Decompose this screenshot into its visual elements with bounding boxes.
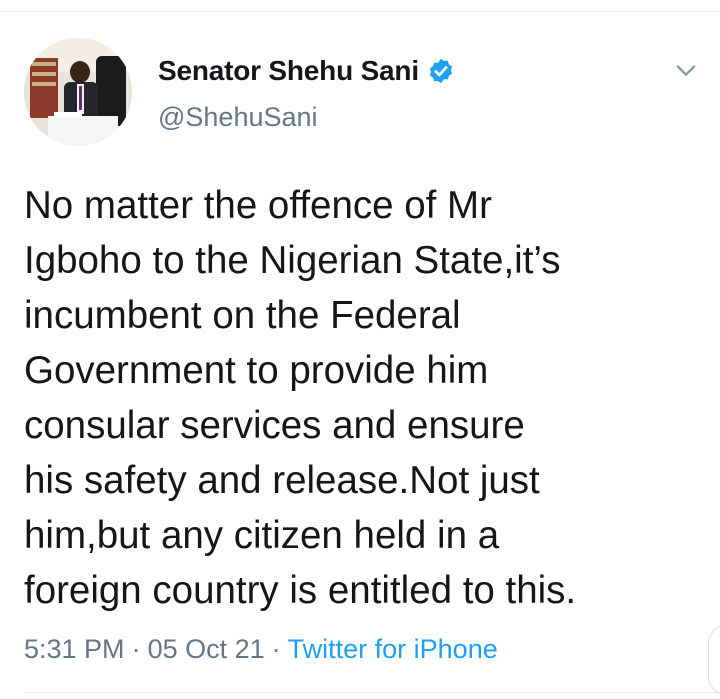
tweet-source-link[interactable]: Twitter for iPhone	[288, 634, 498, 665]
tweet-time[interactable]: 5:31 PM	[24, 634, 125, 665]
author-name-row[interactable]: Senator Shehu Sani	[158, 54, 455, 88]
tweet-text-line: his safety and release.Not just	[24, 459, 540, 502]
tweet-text-line: him,but any citizen held in a	[24, 514, 500, 557]
meta-separator: ·	[131, 634, 141, 664]
tweet-text-line: foreign country is entitled to this.	[24, 569, 577, 612]
tweet-date[interactable]: 05 Oct 21	[148, 634, 265, 665]
meta-separator: ·	[271, 634, 281, 664]
chevron-down-icon[interactable]	[672, 56, 700, 84]
tweet-text: No matter the offence of Mr Igboho to th…	[24, 178, 694, 618]
display-name[interactable]: Senator Shehu Sani	[158, 55, 419, 87]
tweet-meta: 5:31 PM · 05 Oct 21 · Twitter for iPhone	[24, 634, 498, 665]
tweet-text-line: incumbent on the Federal	[24, 294, 461, 337]
tweet-text-line: No matter the offence of Mr	[24, 184, 492, 227]
bottom-divider	[24, 692, 720, 693]
avatar[interactable]	[24, 38, 132, 146]
tweet-text-line: Igboho to the Nigerian State,it’s	[24, 239, 561, 282]
verified-badge-icon	[427, 57, 455, 85]
top-divider	[0, 0, 720, 12]
tweet-text-line: Government to provide him	[24, 349, 489, 392]
tweet: Senator Shehu Sani @ShehuSani No matter …	[0, 12, 720, 699]
tweet-text-line: consular services and ensure	[24, 404, 525, 447]
avatar-photo-icon	[24, 38, 132, 146]
floating-button-edge[interactable]	[708, 624, 720, 696]
author-handle[interactable]: @ShehuSani	[158, 102, 318, 133]
